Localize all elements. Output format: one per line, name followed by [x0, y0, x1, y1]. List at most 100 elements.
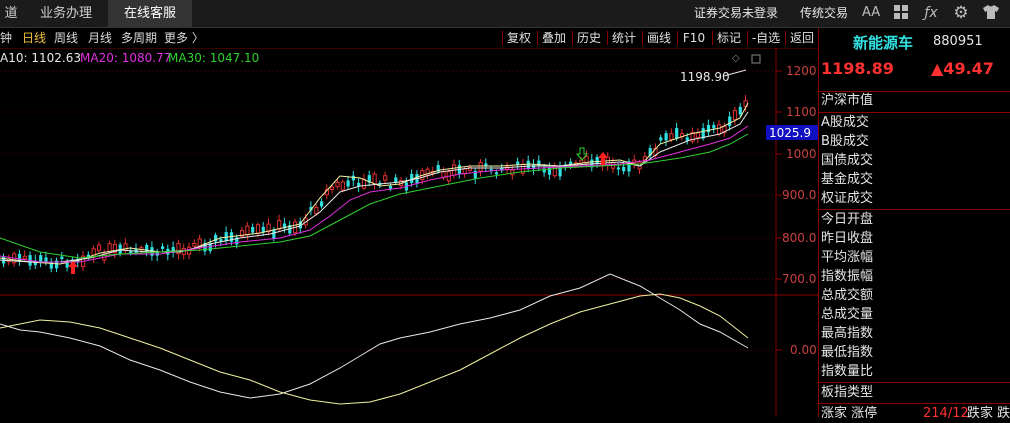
candle-body — [478, 162, 483, 172]
security-name: 新能源车 — [853, 34, 914, 52]
candle-body — [695, 132, 700, 138]
candle-body — [123, 243, 128, 252]
restore-rights-button[interactable]: 复权 — [504, 28, 534, 48]
candle-body — [361, 178, 367, 189]
ma30-line — [0, 133, 749, 259]
candle-body — [245, 225, 250, 236]
candle-body — [314, 207, 319, 215]
remove-watchlist-button[interactable]: -自选 — [749, 28, 783, 48]
panel-row: B股成交 — [821, 134, 869, 149]
classic-trade-link[interactable]: 传统交易 — [800, 0, 848, 27]
nav-tab-truncated[interactable]: 道 — [0, 0, 22, 27]
candle-body — [161, 246, 165, 249]
panel-row: 最低指数 — [821, 345, 874, 360]
candle-body — [272, 229, 276, 239]
panel-row: 指数振幅 — [821, 269, 874, 284]
period-more[interactable]: 更多 〉 — [164, 28, 204, 48]
diamond-icon: ◇ — [732, 53, 740, 64]
toolbar-divider — [785, 31, 786, 45]
collapse-icon — [751, 54, 761, 64]
candle-body — [224, 232, 228, 241]
font-size-icon[interactable]: AA — [862, 4, 880, 22]
grid-icon[interactable] — [892, 4, 910, 22]
toolbar-divider — [747, 31, 748, 45]
formula-icon[interactable]: ƒx — [922, 4, 940, 22]
panel-row: 基金成交 — [821, 172, 874, 187]
current-price-tag-label: 1025.9 — [769, 126, 811, 140]
candle-body — [96, 244, 102, 251]
chart-toolbar: 钟 日线 周线 月线 多周期 更多 〉 复权 叠加 历史 统计 画线 F10 标… — [0, 28, 818, 49]
toolbar-divider — [502, 31, 503, 45]
panel-row: 昨日收盘 — [821, 231, 874, 246]
buy-arrow-icon — [68, 261, 78, 274]
panel-row: 板指类型 — [821, 385, 874, 400]
ma5-line — [0, 102, 749, 265]
indicator-line-yellow — [0, 293, 749, 405]
candle-body — [622, 166, 626, 172]
candle-body — [192, 243, 197, 247]
overlay-button[interactable]: 叠加 — [539, 28, 569, 48]
decliners-label: 跌家 跌 — [967, 406, 1010, 421]
panel-row: 总成交量 — [821, 307, 874, 322]
toolbar-divider — [537, 31, 538, 45]
candle-body — [340, 181, 345, 191]
mark-button[interactable]: 标记 — [714, 28, 744, 48]
candle-body — [255, 224, 261, 234]
top-nav-bar: 道 业务办理 在线客服 证券交易未登录 传统交易 AA ƒx ⚙ — [0, 0, 1010, 28]
candle-body — [277, 220, 282, 230]
panel-row: A股成交 — [821, 115, 869, 130]
candle-body — [675, 128, 679, 139]
price-axis-label: 1100 — [786, 105, 817, 119]
candle-body — [728, 116, 732, 127]
period-monthly[interactable]: 月线 — [88, 28, 112, 48]
history-button[interactable]: 历史 — [574, 28, 604, 48]
shirt-icon[interactable] — [982, 4, 1000, 22]
panel-row: 总成交额 — [821, 288, 874, 303]
period-minute[interactable]: 钟 — [0, 28, 12, 48]
candle-body — [330, 186, 335, 190]
candle-body — [383, 175, 388, 181]
candle-body — [351, 175, 355, 181]
panel-row: 指数量比 — [821, 364, 874, 379]
high-annotation: 1198.90 — [680, 70, 730, 84]
panel-row: 平均涨幅 — [821, 250, 874, 265]
toolbar-divider — [677, 31, 678, 45]
candle-body — [494, 172, 499, 175]
candle-body — [346, 180, 350, 187]
price-change: ▲49.47 — [931, 59, 994, 78]
candle-body — [251, 227, 255, 233]
period-weekly[interactable]: 周线 — [54, 28, 78, 48]
f10-button[interactable]: F10 — [679, 28, 709, 48]
login-status-link[interactable]: 证券交易未登录 — [694, 0, 778, 27]
candle-body — [659, 137, 663, 141]
candle-body — [616, 167, 620, 170]
statistics-button[interactable]: 统计 — [609, 28, 639, 48]
panel-row: 权证成交 — [821, 191, 874, 206]
candle-body — [706, 124, 711, 133]
quote-panel: 新能源车 880951 1198.89 ▲49.47 沪深市值 A股成交 B股成… — [818, 28, 1010, 421]
indicator-axis-label: 0.00 — [790, 343, 817, 357]
security-code: 880951 — [933, 34, 983, 49]
price-axis-label: 700.0 — [782, 272, 816, 286]
candle-body — [738, 106, 742, 115]
nav-tab-online-service[interactable]: 在线客服 — [108, 0, 192, 27]
price-axis-label: 900.0 — [782, 188, 816, 202]
panel-row: 国债成交 — [821, 153, 874, 168]
advancers-label: 涨家 涨停 — [821, 406, 878, 421]
advancers-ratio: 214/12 — [923, 406, 969, 421]
period-daily[interactable]: 日线 — [22, 28, 46, 48]
candle-body — [664, 133, 668, 141]
period-multi[interactable]: 多周期 — [121, 28, 157, 48]
gear-icon[interactable]: ⚙ — [952, 4, 970, 22]
panel-row: 今日开盘 — [821, 212, 874, 227]
draw-line-button[interactable]: 画线 — [644, 28, 674, 48]
candle-body — [732, 110, 738, 121]
nav-tab-business[interactable]: 业务办理 — [40, 0, 98, 27]
kline-chart[interactable]: 1198.90 ◇ 1200 1100 1000 900.0 800.0 700… — [0, 48, 818, 417]
price-axis-label: 1000 — [786, 147, 817, 161]
toolbar-divider — [607, 31, 608, 45]
candle-body — [526, 160, 530, 169]
candle-body — [39, 255, 43, 263]
last-price: 1198.89 — [821, 59, 894, 78]
back-button[interactable]: 返回 — [787, 28, 817, 48]
